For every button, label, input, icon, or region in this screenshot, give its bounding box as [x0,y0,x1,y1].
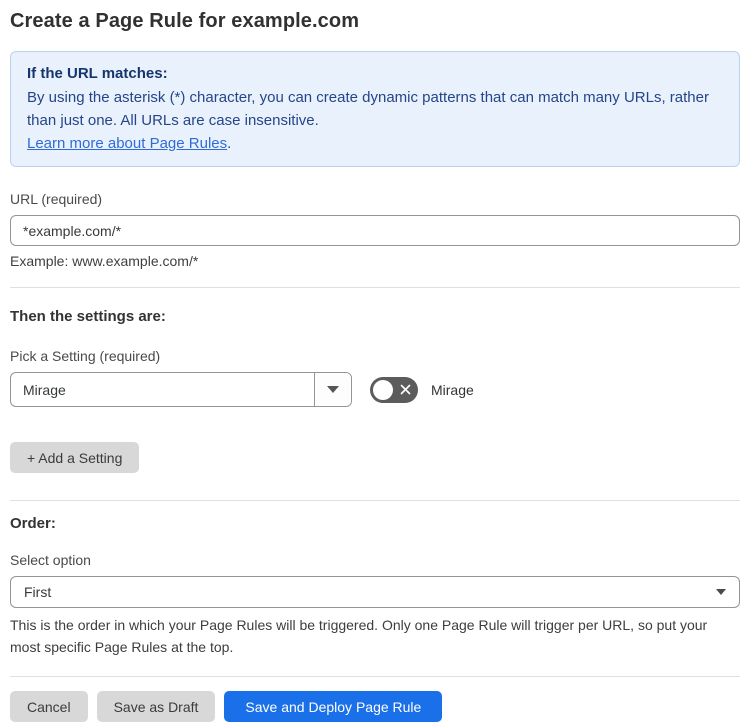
toggle-off-x-icon [393,383,418,396]
page-title: Create a Page Rule for example.com [10,10,360,32]
info-box-heading: If the URL matches: [27,65,168,82]
select-arrow-icon [716,589,726,595]
setting-combobox-value: Mirage [23,381,66,398]
url-example-text: Example: www.example.com/* [10,253,199,269]
toggle-knob [373,379,393,400]
select-option-label: Select option [10,552,91,568]
action-button-row: Cancel Save as Draft Save and Deploy Pag… [10,691,740,722]
url-input[interactable] [10,215,740,246]
divider [10,287,740,288]
save-and-deploy-button[interactable]: Save and Deploy Page Rule [224,691,443,722]
order-help-text: This is the order in which your Page Rul… [10,617,708,655]
setting-combobox[interactable]: Mirage [10,372,352,407]
cancel-button[interactable]: Cancel [10,691,88,722]
settings-section-heading: Then the settings are: [10,308,166,325]
info-box-body: By using the asterisk (*) character, you… [27,89,709,129]
url-match-info-box: If the URL matches: By using the asteris… [10,51,740,167]
order-section-heading: Order: [10,515,56,532]
divider [10,500,740,501]
order-select-value: First [24,584,52,600]
link-period: . [227,135,232,152]
divider [10,676,740,677]
learn-more-link[interactable]: Learn more about Page Rules [27,135,227,152]
setting-row: Mirage Mirage [10,372,740,407]
pick-setting-label: Pick a Setting (required) [10,348,161,364]
mirage-toggle[interactable] [370,376,418,403]
save-as-draft-button[interactable]: Save as Draft [96,691,216,722]
add-setting-button[interactable]: + Add a Setting [10,442,140,473]
setting-combobox-dropdown-button[interactable] [314,373,351,406]
chevron-down-icon [327,386,339,393]
info-box-link-row: Learn more about Page Rules. [27,132,723,155]
url-field-label: URL (required) [10,191,103,207]
order-select[interactable]: First [10,576,740,608]
toggle-label: Mirage [431,381,474,398]
